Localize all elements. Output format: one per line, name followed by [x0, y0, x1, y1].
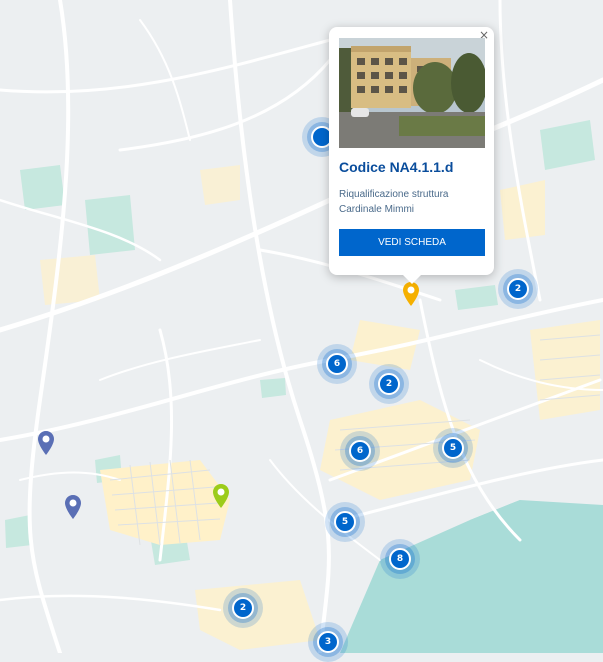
cluster-count: 3: [317, 631, 339, 653]
cluster-marker[interactable]: 2: [498, 269, 538, 309]
cluster-count: 5: [334, 511, 356, 533]
cluster-marker[interactable]: 8: [380, 539, 420, 579]
cluster-marker[interactable]: 6: [340, 431, 380, 471]
cluster-marker[interactable]: 5: [325, 502, 365, 542]
view-details-button[interactable]: Vedi scheda: [339, 229, 485, 256]
pin-hole: [69, 499, 77, 507]
pin-hole: [217, 488, 225, 496]
cluster-marker[interactable]: 5: [433, 428, 473, 468]
cluster-marker[interactable]: 2: [369, 364, 409, 404]
cluster-count: 2: [507, 278, 529, 300]
pin-shape: [65, 495, 81, 519]
cluster-count: 5: [442, 437, 464, 459]
project-code: Codice NA4.1.1.d: [339, 159, 454, 175]
pin-hole: [42, 435, 50, 443]
cluster-count: 6: [349, 440, 371, 462]
project-description: Riqualificazione struttura Cardinale Mim…: [339, 189, 449, 215]
project-photo: [339, 38, 485, 148]
cluster-marker[interactable]: 6: [317, 344, 357, 384]
cluster-count: 2: [232, 597, 254, 619]
pin-shape: [403, 282, 419, 306]
pin-shape: [38, 431, 54, 455]
cluster-count: 8: [389, 548, 411, 570]
map-pin-icon[interactable]: [37, 431, 55, 455]
map-pin-icon[interactable]: [64, 495, 82, 519]
cluster-count: 2: [378, 373, 400, 395]
map-pin-icon[interactable]: [212, 484, 230, 508]
cluster-count: 6: [326, 353, 348, 375]
cluster-marker[interactable]: 3: [308, 622, 348, 662]
pin-shape: [213, 484, 229, 508]
map-pin-icon-selected[interactable]: [402, 282, 420, 306]
cluster-marker[interactable]: 2: [223, 588, 263, 628]
map-canvas[interactable]: [0, 0, 603, 653]
info-popup: × Codice NA4.1.1.d Riqualificazione stru…: [329, 27, 494, 284]
pin-hole: [407, 286, 415, 294]
